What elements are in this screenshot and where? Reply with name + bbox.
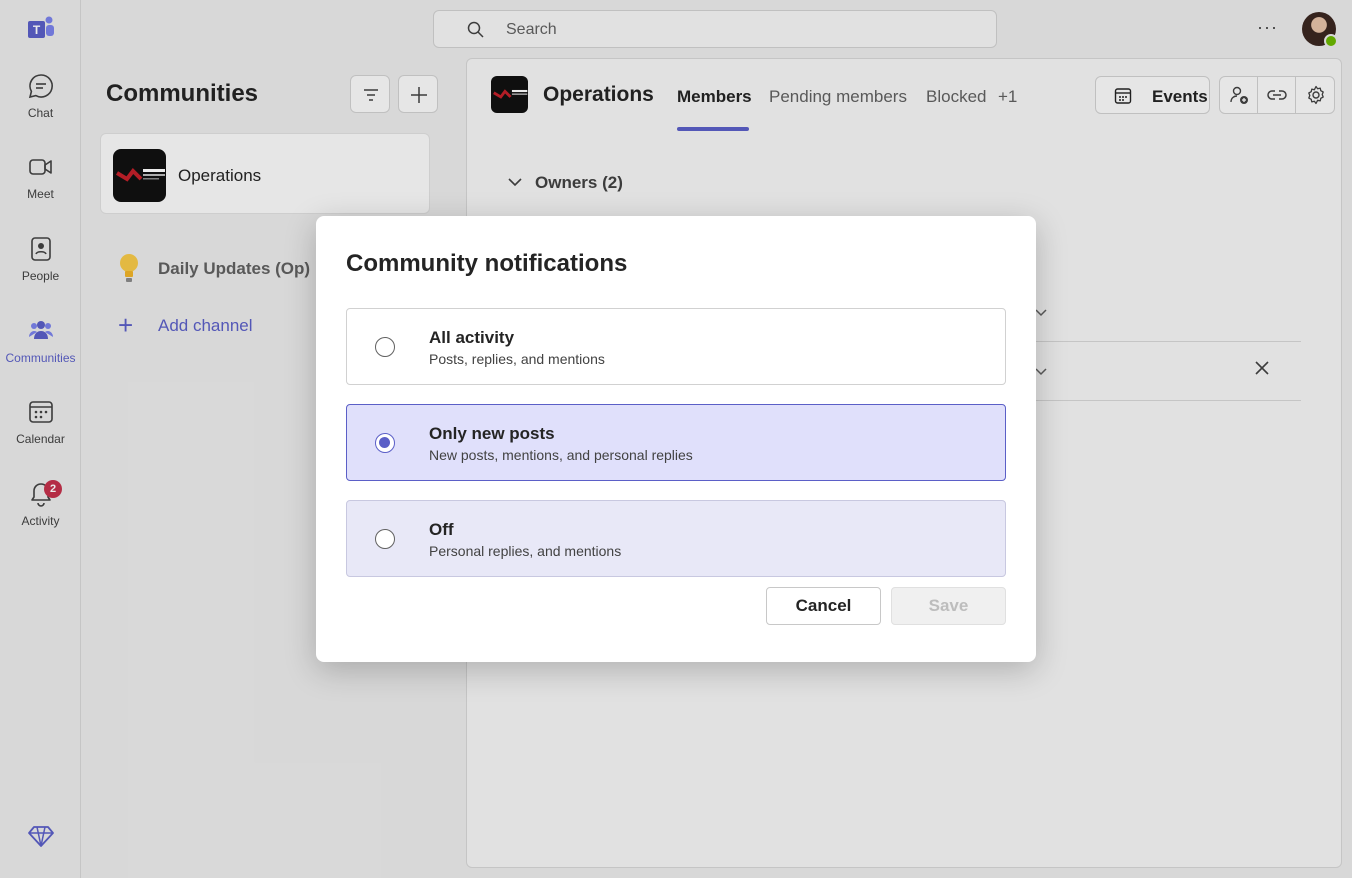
option-title: Off — [429, 520, 454, 539]
option-subtitle: Personal replies, and mentions — [429, 543, 622, 559]
option-subtitle: New posts, mentions, and personal replie… — [429, 447, 693, 463]
radio-button-selected[interactable] — [375, 433, 395, 453]
dialog-title: Community notifications — [346, 250, 628, 277]
cancel-button[interactable]: Cancel — [766, 587, 881, 625]
option-only-new-posts[interactable]: Only new posts New posts, mentions, and … — [346, 404, 1006, 481]
option-title: Only new posts — [429, 424, 555, 443]
save-button[interactable]: Save — [891, 587, 1006, 625]
radio-button[interactable] — [375, 529, 395, 549]
radio-button[interactable] — [375, 337, 395, 357]
notifications-dialog: Community notifications All activity Pos… — [316, 216, 1036, 662]
option-subtitle: Posts, replies, and mentions — [429, 351, 605, 367]
option-all-activity[interactable]: All activity Posts, replies, and mention… — [346, 308, 1006, 385]
option-title: All activity — [429, 328, 515, 347]
option-off[interactable]: Off Personal replies, and mentions — [346, 500, 1006, 577]
